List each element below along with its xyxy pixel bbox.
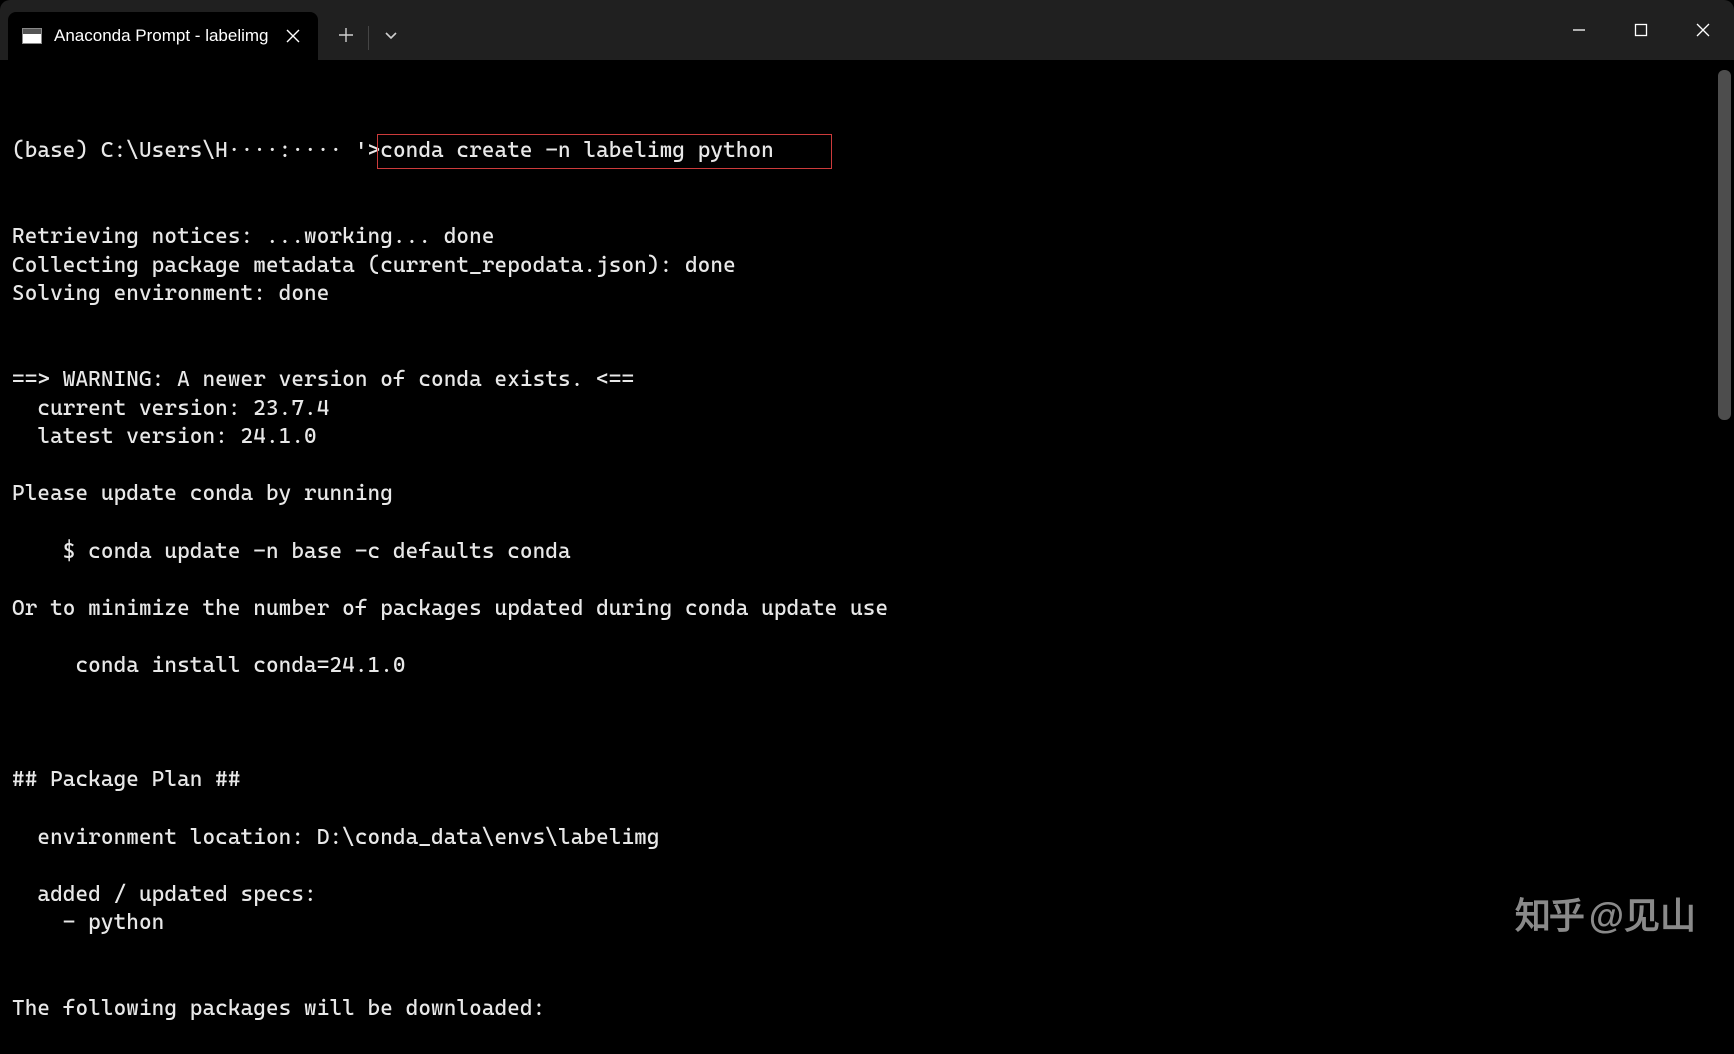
maximize-icon [1634,23,1648,37]
terminal-app-icon [22,28,42,44]
chevron-down-icon [384,28,398,42]
watermark-brand: 知乎 [1515,887,1583,939]
close-icon [286,29,300,43]
close-icon [1696,23,1710,37]
scrollbar-thumb[interactable] [1718,70,1731,420]
tab-toolbar [324,0,413,60]
close-tab-button[interactable] [282,25,304,47]
close-window-button[interactable] [1672,0,1734,60]
prompt-env-path: (base) C:\Users\ [12,138,215,163]
active-tab[interactable]: Anaconda Prompt - labelimg [8,12,318,60]
minimize-icon [1572,23,1586,37]
tab-dropdown-button[interactable] [369,11,413,59]
window-controls [1548,0,1734,60]
watermark-handle: @见山 [1589,887,1696,939]
watermark: 知乎 @见山 [1515,887,1696,939]
plus-icon [338,27,354,43]
prompt-greater: > [368,138,381,163]
tab-title: Anaconda Prompt - labelimg [54,26,270,46]
new-tab-button[interactable] [324,11,368,59]
entered-command: conda create -n labelimg python [380,138,774,163]
titlebar: Anaconda Prompt - labelimg [0,0,1734,60]
tab-container: Anaconda Prompt - labelimg [0,0,318,60]
redacted-username: H····:···· ' [215,137,367,166]
minimize-button[interactable] [1548,0,1610,60]
terminal-lines: Retrieving notices: ...working... done C… [12,223,1732,1024]
terminal-output[interactable]: (base) C:\Users\H····:···· '>conda creat… [0,60,1734,1054]
titlebar-drag-area[interactable] [413,0,1548,60]
maximize-button[interactable] [1610,0,1672,60]
prompt-line: (base) C:\Users\H····:···· '>conda creat… [12,137,1732,166]
